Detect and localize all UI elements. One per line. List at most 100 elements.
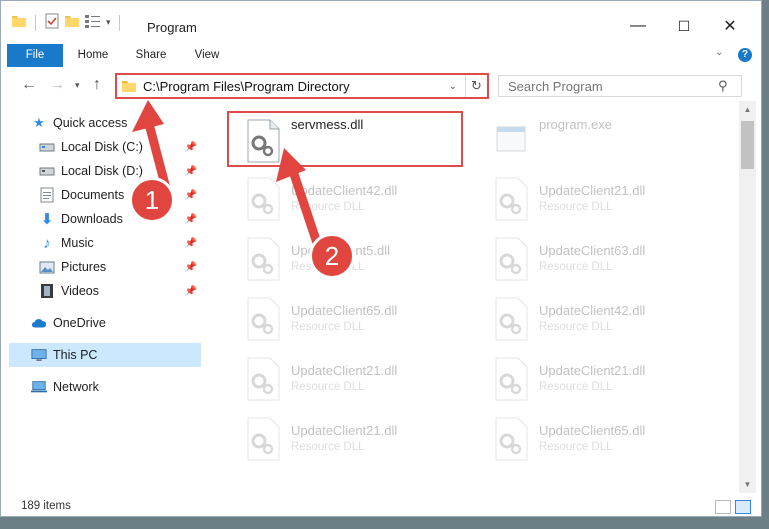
file-item[interactable]: UpdateClient65.dll Resource DLL (227, 289, 467, 345)
drive-icon (39, 163, 55, 179)
scroll-thumb[interactable] (741, 121, 754, 169)
sidebar-item-downloads[interactable]: ⬇ Downloads 📌 (39, 207, 201, 231)
sidebar-item-label: Network (53, 380, 99, 394)
dll-file-icon (493, 357, 529, 401)
vertical-scrollbar[interactable]: ▲ ▼ (739, 101, 756, 493)
file-item[interactable]: UpdateClient42.dll Resource DLL (227, 169, 467, 225)
file-type: Resource DLL (291, 441, 365, 453)
file-type: Resource DLL (539, 261, 613, 273)
file-name: program.exe (539, 117, 612, 132)
explorer-window: ▾ Program — ☐ ✕ File Home Share View ⌄ ?… (0, 0, 762, 517)
help-icon[interactable]: ? (738, 48, 752, 62)
file-item[interactable]: UpdateClient21.dll Resource DLL (227, 409, 467, 465)
file-name: UpdateClient42.dll (539, 303, 646, 318)
tab-view[interactable]: View (185, 44, 229, 67)
file-type: Resource DLL (539, 201, 613, 213)
sidebar-item-network[interactable]: Network (31, 375, 201, 399)
file-item[interactable]: UpdateClient63.dll Resource DLL (475, 229, 715, 285)
file-item[interactable]: UpdateClient21.dll Resource DLL (227, 349, 467, 405)
ribbon-expand-icon[interactable]: ⌄ (715, 47, 723, 58)
dll-file-icon (245, 417, 281, 461)
tab-share[interactable]: Share (129, 44, 173, 67)
close-button[interactable]: ✕ (707, 11, 753, 41)
title-bar: ▾ Program — ☐ ✕ (1, 1, 761, 41)
file-item[interactable]: UpdateClient21.dll Resource DLL (475, 349, 715, 405)
sidebar-item-label: Downloads (61, 212, 123, 226)
sidebar-item-local-disk-c[interactable]: Local Disk (C:) 📌 (39, 135, 201, 159)
chevron-down-icon[interactable]: ▾ (106, 17, 111, 28)
sidebar-item-onedrive[interactable]: OneDrive (31, 311, 201, 335)
tab-home[interactable]: Home (71, 44, 115, 67)
dll-file-icon (245, 297, 281, 341)
view-toggle (715, 500, 751, 514)
refresh-icon[interactable]: ↻ (465, 75, 487, 97)
sidebar-item-documents[interactable]: Documents 📌 (39, 183, 201, 207)
file-name: UpdateClient42.dll (291, 183, 398, 198)
file-name: UpdateClient21.dll (539, 183, 646, 198)
file-type: Resource DLL (539, 441, 613, 453)
documents-icon (39, 187, 55, 203)
dll-file-icon (245, 357, 281, 401)
file-item-program-exe[interactable]: program.exe (475, 111, 715, 167)
properties-icon[interactable] (44, 13, 60, 32)
pictures-icon (39, 259, 55, 275)
sidebar-item-quick-access[interactable]: ★ Quick access (31, 111, 201, 135)
exe-file-icon (493, 119, 529, 163)
step-2-badge: 2 (309, 233, 355, 279)
file-name: UpdateClient21.dll (539, 363, 646, 378)
scroll-down-icon[interactable]: ▼ (739, 476, 756, 493)
address-bar[interactable]: C:\Program Files\Program Directory ⌄ ↻ (115, 73, 489, 99)
folder-icon (11, 13, 27, 32)
sidebar-item-label: Pictures (61, 260, 107, 274)
sidebar-item-local-disk-d[interactable]: Local Disk (D:) 📌 (39, 159, 201, 183)
file-name: UpdateClient65.dll (539, 423, 646, 438)
search-box[interactable]: ⚲ (498, 75, 742, 97)
sidebar-item-label: Documents (61, 188, 125, 202)
view-options-icon[interactable] (84, 13, 102, 32)
music-note-icon: ♪ (43, 234, 51, 252)
forward-arrow-icon[interactable]: → (49, 76, 65, 94)
address-row: ← → ▾ ↑ C:\Program Files\Program Directo… (1, 73, 761, 99)
file-type: Resource DLL (539, 321, 613, 333)
dll-file-icon (245, 177, 281, 221)
item-count: 189 items (21, 500, 71, 512)
search-icon[interactable]: ⚲ (718, 78, 728, 94)
search-input[interactable] (508, 78, 718, 94)
cloud-icon (31, 315, 47, 331)
address-path[interactable]: C:\Program Files\Program Directory (143, 79, 449, 94)
pin-icon[interactable]: 📌 (185, 166, 197, 177)
chevron-down-icon[interactable]: ⌄ (449, 81, 457, 92)
pin-icon[interactable]: 📌 (185, 262, 197, 273)
sidebar-item-music[interactable]: ♪ Music 📌 (39, 231, 201, 255)
file-type: Resource DLL (291, 321, 365, 333)
tiles-view-icon[interactable] (735, 500, 751, 514)
back-arrow-icon[interactable]: ← (21, 76, 37, 94)
up-arrow-icon[interactable]: ↑ (93, 76, 101, 94)
new-folder-icon[interactable] (64, 13, 80, 32)
details-view-icon[interactable] (715, 500, 731, 514)
file-item[interactable]: UpdateClient42.dll Resource DLL (475, 289, 715, 345)
navigation-pane: ★ Quick access Local Disk (C:) 📌 Local D… (1, 108, 203, 498)
file-item[interactable]: UpdateClient21.dll Resource DLL (475, 169, 715, 225)
pin-icon[interactable]: 📌 (185, 142, 197, 153)
minimize-button[interactable]: — (615, 11, 661, 41)
file-type: Resource DLL (291, 381, 365, 393)
pin-icon[interactable]: 📌 (185, 190, 197, 201)
pin-icon[interactable]: 📌 (185, 238, 197, 249)
scroll-up-icon[interactable]: ▲ (739, 101, 756, 118)
tab-file[interactable]: File (7, 44, 63, 67)
status-bar: 189 items (1, 498, 761, 516)
file-name: UpdateClient21.dll (291, 363, 398, 378)
recent-locations-icon[interactable]: ▾ (75, 80, 80, 91)
sidebar-item-pictures[interactable]: Pictures 📌 (39, 255, 201, 279)
sidebar-item-label: Quick access (53, 116, 128, 130)
drive-icon (39, 139, 55, 155)
maximize-button[interactable]: ☐ (661, 11, 707, 41)
window-title: Program (147, 20, 197, 35)
sidebar-item-label: Local Disk (C:) (61, 140, 143, 154)
sidebar-item-this-pc[interactable]: This PC (9, 343, 201, 367)
pin-icon[interactable]: 📌 (185, 286, 197, 297)
sidebar-item-videos[interactable]: Videos 📌 (39, 279, 201, 303)
pin-icon[interactable]: 📌 (185, 214, 197, 225)
file-item[interactable]: UpdateClient65.dll Resource DLL (475, 409, 715, 465)
